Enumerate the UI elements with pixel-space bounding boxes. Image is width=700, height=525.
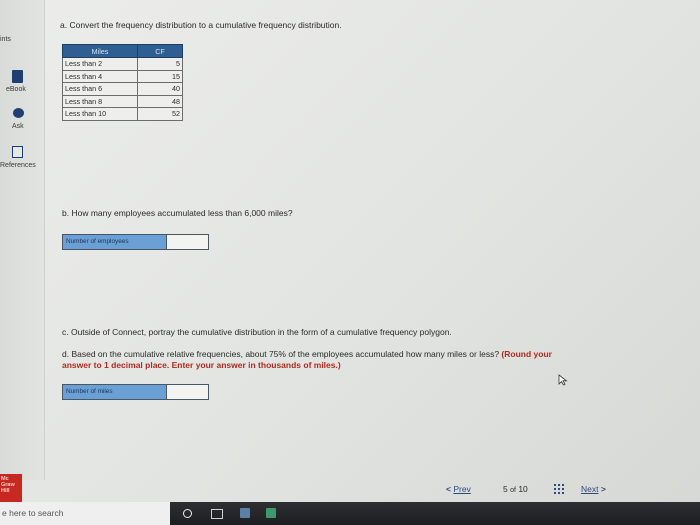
page-current: 5	[503, 484, 508, 494]
task-view-icon[interactable]	[211, 509, 223, 519]
prev-label: Prev	[453, 484, 471, 494]
frequency-table: Miles CF Less than 2 5 Less than 4 15 Le…	[62, 44, 183, 121]
publisher-logo: Mc Graw Hill	[0, 474, 22, 502]
part-b-prompt: b. How many employees accumulated less t…	[62, 208, 293, 218]
table-row: Less than 6 40	[62, 82, 183, 96]
mouse-cursor-icon	[558, 374, 568, 386]
screen: ints eBook Ask References a. Convert the…	[0, 0, 700, 525]
taskbar-search-input[interactable]: e here to search	[0, 502, 170, 525]
sidebar-item-ebook[interactable]: eBook	[6, 86, 26, 93]
references-icon[interactable]	[12, 146, 23, 158]
ebook-icon[interactable]	[12, 70, 23, 83]
cumulative-frequency-input[interactable]: 52	[137, 107, 183, 121]
part-a-prompt: a. Convert the frequency distribution to…	[60, 20, 342, 30]
miles-field-label: Number of miles	[63, 385, 167, 399]
sidebar-item-references[interactable]: References	[0, 162, 36, 169]
page-indicator: 5 of 10	[503, 484, 528, 494]
chevron-left-icon: <	[446, 484, 451, 494]
cumulative-frequency-input[interactable]: 48	[137, 94, 183, 108]
row-label: Less than 10	[62, 107, 138, 121]
left-sidebar: ints eBook Ask References	[0, 0, 45, 480]
employees-field-label: Number of employees	[63, 235, 167, 249]
table-row: Less than 2 5	[62, 57, 183, 71]
row-label: Less than 8	[62, 94, 138, 108]
sidebar-points-label: ints	[0, 36, 11, 43]
row-label: Less than 6	[62, 82, 138, 96]
column-header-cf: CF	[137, 44, 183, 58]
row-label: Less than 4	[62, 69, 138, 83]
table-row: Less than 4 15	[62, 69, 183, 83]
ask-icon[interactable]	[13, 108, 24, 118]
cumulative-frequency-input[interactable]: 5	[137, 57, 183, 71]
row-label: Less than 2	[62, 57, 138, 71]
part-d-question: d. Based on the cumulative relative freq…	[62, 349, 500, 359]
table-row: Less than 8 48	[62, 94, 183, 108]
grid-view-icon[interactable]	[553, 483, 565, 495]
part-c-prompt: c. Outside of Connect, portray the cumul…	[62, 327, 452, 337]
prev-button[interactable]: < Prev	[446, 484, 471, 494]
app-tile-icon[interactable]	[266, 508, 276, 518]
next-label: Next	[581, 484, 599, 494]
cumulative-frequency-input[interactable]: 15	[137, 69, 183, 83]
part-d-instruction-2: answer to 1 decimal place. Enter your an…	[62, 360, 341, 370]
cortana-icon[interactable]	[183, 509, 192, 518]
employees-answer-field[interactable]: Number of employees	[62, 234, 209, 250]
part-d-prompt: d. Based on the cumulative relative freq…	[62, 349, 552, 359]
cumulative-frequency-input[interactable]: 40	[137, 82, 183, 96]
page-of: of	[510, 487, 516, 494]
page-total: 10	[518, 484, 528, 494]
logo-line-3: Hill	[1, 488, 10, 494]
taskbar: e here to search	[0, 502, 700, 525]
sidebar-item-ask[interactable]: Ask	[12, 123, 24, 130]
part-d-instruction-1: (Round your	[501, 349, 552, 359]
miles-answer-field[interactable]: Number of miles	[62, 384, 209, 400]
next-button[interactable]: Next >	[581, 484, 606, 494]
chevron-right-icon: >	[600, 484, 606, 494]
column-header-miles: Miles	[62, 44, 138, 58]
store-icon[interactable]	[240, 508, 250, 518]
table-row: Less than 10 52	[62, 107, 183, 121]
